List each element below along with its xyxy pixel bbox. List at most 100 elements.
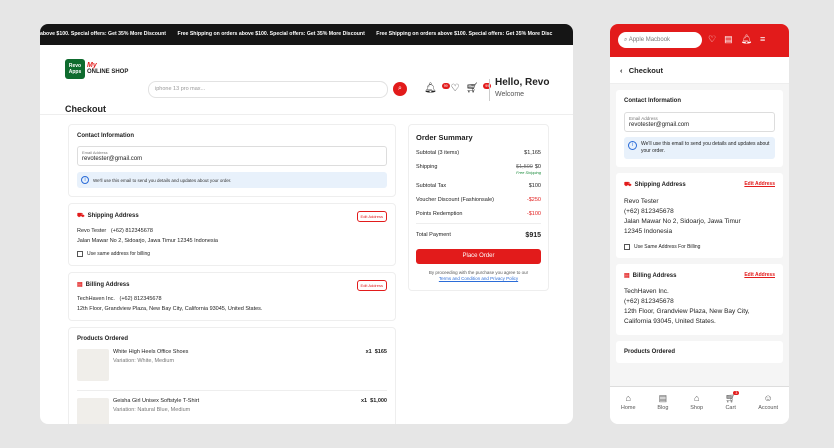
cart-badge: 3	[733, 391, 740, 395]
billing-card: ▤ Billing Address Edit Address TechHaven …	[68, 272, 396, 321]
promo-ticker: above $100. Special offers: Get 35% More…	[40, 24, 573, 45]
mobile-search-input[interactable]: ⌕ Apple Macbook	[618, 32, 702, 48]
billing-name: TechHaven Inc.	[77, 296, 115, 302]
clipboard-icon[interactable]: ▤	[724, 34, 733, 45]
hello-text: Hello, Revo	[495, 77, 550, 88]
billing-address-line2: California 93045, United States.	[624, 318, 716, 325]
cart-icon: 🛒︎ 3	[724, 391, 740, 403]
contact-title: Contact Information	[77, 133, 134, 139]
info-icon: i	[81, 176, 89, 184]
blog-icon: ▤	[658, 393, 668, 403]
email-field[interactable]: Email Address revotester@gmail.com	[624, 112, 775, 132]
logo-my: My	[87, 62, 97, 69]
edit-billing-button[interactable]: Edit Address	[356, 280, 387, 291]
product-image	[77, 398, 109, 424]
shipping-label: Shipping	[416, 164, 438, 170]
product-item[interactable]: Geisha Girl Unisex Softstyle T-Shirt Vari…	[77, 398, 387, 424]
products-title: Products Ordered	[77, 336, 129, 342]
voucher-value: -$250	[526, 197, 541, 203]
mobile-products-card: Products Ordered	[616, 341, 783, 363]
email-info: i We'll use this email to send you detail…	[77, 172, 387, 188]
product-image	[77, 349, 109, 381]
heart-icon[interactable]: ♡	[708, 34, 716, 45]
billing-address-line1: 12th Floor, Grandview Plaza, New Bay Cit…	[624, 308, 750, 315]
checkbox-label: Use Same Address For Billing	[634, 244, 701, 250]
welcome-text: Welcome	[495, 91, 525, 98]
total-label: Total Payment	[416, 232, 451, 238]
nav-label: Cart	[725, 405, 736, 411]
truck-icon: ⛟	[77, 213, 85, 219]
shipping-address-line2: 12345 Indonesia	[624, 228, 673, 235]
product-item[interactable]: White High Heels Office Shoes Variation: …	[77, 349, 387, 391]
page-title: Checkout	[65, 104, 107, 114]
cart-badge: 99	[483, 83, 492, 89]
user-greeting[interactable]: Hello, Revo Welcome	[495, 77, 549, 98]
desktop-window: above $100. Special offers: Get 35% More…	[40, 24, 573, 424]
cart-icon[interactable]: 🛒︎ 99	[466, 83, 492, 94]
receipt-icon: ▤	[624, 273, 630, 279]
mobile-contact-card: Contact Information Email Address revote…	[616, 90, 783, 167]
email-label: Email Address	[629, 116, 658, 121]
bell-icon[interactable]: 🔔︎	[741, 34, 752, 45]
heart-icon[interactable]: ♡	[451, 83, 460, 94]
menu-icon[interactable]: ≡	[760, 34, 765, 45]
logo-box: Revo Apps	[65, 59, 85, 79]
billing-title: Billing Address	[632, 272, 677, 279]
billing-address: 12th Floor, Grandview Plaza, New Bay Cit…	[77, 306, 263, 312]
subtotal-label: Subtotal (3 items)	[416, 150, 460, 156]
shipping-title: Shipping Address	[87, 213, 139, 219]
shipping-name: Revo Tester	[77, 228, 107, 234]
search-input[interactable]: iphone 13 pro max...	[148, 81, 388, 98]
product-price: $1,000	[370, 398, 387, 404]
contact-title: Contact Information	[624, 98, 681, 104]
nav-blog[interactable]: ▤ Blog	[657, 393, 668, 424]
product-name: White High Heels Office Shoes	[113, 349, 189, 355]
nav-shop[interactable]: ⌂ Shop	[690, 393, 703, 424]
edit-shipping-button[interactable]: Edit Address	[356, 211, 387, 222]
nav-cart[interactable]: 🛒︎ 3 Cart	[724, 391, 740, 424]
email-value: revotester@gmail.com	[629, 122, 690, 128]
shipping-card: ⛟ Shipping Address Edit Address Revo Test…	[68, 203, 396, 266]
back-icon[interactable]: ‹	[620, 66, 623, 75]
edit-billing-button[interactable]: Edit Address	[744, 272, 775, 278]
edit-shipping-button[interactable]: Edit Address	[744, 181, 775, 187]
home-icon: ⌂	[625, 393, 631, 403]
info-text: We'll use this email to send you details…	[641, 141, 770, 154]
agree-text: By proceeding with the purchase you agre…	[428, 270, 529, 275]
notif-badge: 99	[441, 83, 450, 89]
place-order-button[interactable]: Place Order	[416, 249, 541, 264]
logo[interactable]: Revo Apps My ONLINE SHOP	[65, 59, 128, 79]
search-button[interactable]: ⌕	[393, 82, 407, 96]
products-title: Products Ordered	[624, 349, 676, 355]
bell-icon[interactable]: 🔔︎ 99	[424, 83, 450, 94]
email-label: Email Address	[82, 150, 108, 155]
product-qty: x1	[360, 398, 368, 404]
divider	[489, 79, 490, 101]
terms-link[interactable]: Terms and Condition and Privacy Policy	[439, 276, 518, 281]
billing-checkbox[interactable]	[624, 244, 630, 250]
nav-home[interactable]: ⌂ Home	[621, 393, 636, 424]
shipping-title: Shipping Address	[634, 182, 686, 188]
billing-checkbox[interactable]	[77, 251, 83, 257]
info-icon: i	[628, 141, 637, 150]
ticker-text: Free Shipping on orders above $100. Spec…	[177, 31, 365, 37]
mobile-shipping-card: ⛟ Shipping Address Edit Address Revo Test…	[616, 173, 783, 258]
mobile-header: ‹ Checkout	[610, 57, 789, 84]
product-variation: Variation: White, Medium	[113, 358, 175, 364]
email-field[interactable]: Email Address revotester@gmail.com	[77, 146, 387, 166]
receipt-icon: ▤	[77, 282, 83, 288]
nav-label: Account	[758, 405, 779, 411]
product-name: Geisha Girl Unisex Softstyle T-Shirt	[113, 398, 200, 404]
contact-card: Contact Information Email Address revote…	[68, 124, 396, 197]
order-summary: Order Summary Subtotal (3 items) $1,165 S…	[408, 124, 549, 291]
summary-title: Order Summary	[416, 133, 473, 142]
truck-icon: ⛟	[624, 182, 632, 188]
ticker-text: Free Shipping on orders above $100. Spec…	[376, 31, 553, 37]
ticker-text: above $100. Special offers: Get 35% More…	[40, 31, 166, 37]
shipping-address-line1: Jalan Mawar No 2, Sidoarjo, Jawa Timur	[624, 218, 741, 225]
points-label: Points Redemption	[416, 211, 463, 217]
nav-account[interactable]: ☺ Account	[758, 393, 778, 424]
voucher-label: Voucher Discount (Fashionsale)	[416, 197, 494, 203]
email-info: i We'll use this email to send you detail…	[624, 137, 775, 159]
free-shipping-label: Free Shipping	[516, 170, 541, 175]
